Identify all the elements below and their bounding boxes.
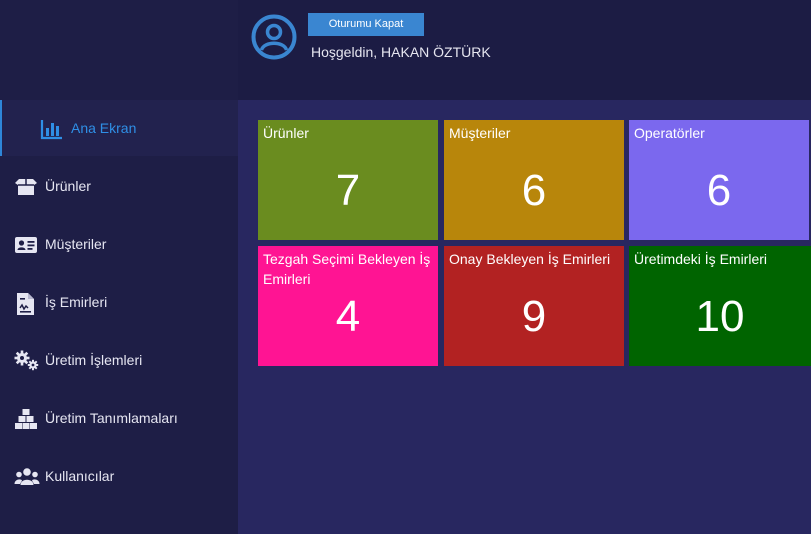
tile-value: 6	[706, 166, 732, 215]
tile-value: 7	[335, 166, 361, 215]
tile-value: 9	[521, 292, 547, 341]
document-icon	[14, 292, 38, 315]
sidebar-item-urunler[interactable]: Ürünler	[0, 158, 238, 214]
sidebar-item-kullanicilar[interactable]: Kullanıcılar	[0, 448, 238, 504]
tile-label: Onay Bekleyen İş Emirleri	[449, 251, 611, 267]
sidebar-item-uretim-islemleri[interactable]: Üretim İşlemleri	[0, 332, 238, 388]
tile-musteriler[interactable]: Müşteriler 6	[444, 120, 624, 240]
sidebar-item-uretim-tanimlamalari[interactable]: Üretim Tanımlamaları	[0, 390, 238, 446]
sidebar-item-label: İş Emirleri	[45, 294, 108, 310]
tile-label: Ürünler	[263, 125, 309, 141]
tile-label: Tezgah Seçimi Bekleyen İş Emirleri	[263, 251, 431, 287]
tile-value: 10	[695, 292, 745, 341]
sidebar-item-musteriler[interactable]: Müşteriler	[0, 216, 238, 272]
logout-button[interactable]: Oturumu Kapat	[308, 13, 424, 36]
tile-tezgah-secimi-bekleyen[interactable]: Tezgah Seçimi Bekleyen İş Emirleri 4	[258, 246, 438, 366]
users-icon	[14, 466, 40, 488]
welcome-text: Hoşgeldin, HAKAN ÖZTÜRK	[311, 44, 491, 60]
sidebar-item-label: Müşteriler	[45, 236, 107, 252]
gears-icon	[14, 350, 39, 372]
tile-urunler[interactable]: Ürünler 7	[258, 120, 438, 240]
tile-value: 4	[335, 292, 361, 341]
sidebar-item-label: Üretim Tanımlamaları	[45, 410, 178, 426]
tile-uretimdeki-is-emirleri[interactable]: Üretimdeki İş Emirleri 10	[629, 246, 811, 366]
user-avatar-icon	[251, 14, 297, 60]
box-icon	[14, 176, 38, 198]
sidebar-item-label: Kullanıcılar	[45, 468, 115, 484]
sidebar-item-ana-ekran[interactable]: Ana Ekran	[0, 100, 238, 156]
sidebar-item-is-emirleri[interactable]: İş Emirleri	[0, 274, 238, 330]
tile-value: 6	[521, 166, 547, 215]
sidebar: Ana Ekran Ürünler Müşteriler İş Emirleri…	[0, 0, 238, 534]
tile-label: Üretimdeki İş Emirleri	[634, 251, 768, 267]
sidebar-item-label: Ana Ekran	[71, 120, 137, 136]
tile-label: Müşteriler	[449, 125, 511, 141]
tile-label: Operatörler	[634, 125, 705, 141]
tile-onay-bekleyen[interactable]: Onay Bekleyen İş Emirleri 9	[444, 246, 624, 366]
id-card-icon	[14, 234, 38, 256]
cubes-icon	[14, 408, 38, 430]
sidebar-item-label: Ürünler	[45, 178, 91, 194]
bar-chart-icon	[40, 118, 64, 140]
tile-operatorler[interactable]: Operatörler 6	[629, 120, 809, 240]
sidebar-item-label: Üretim İşlemleri	[45, 352, 143, 368]
